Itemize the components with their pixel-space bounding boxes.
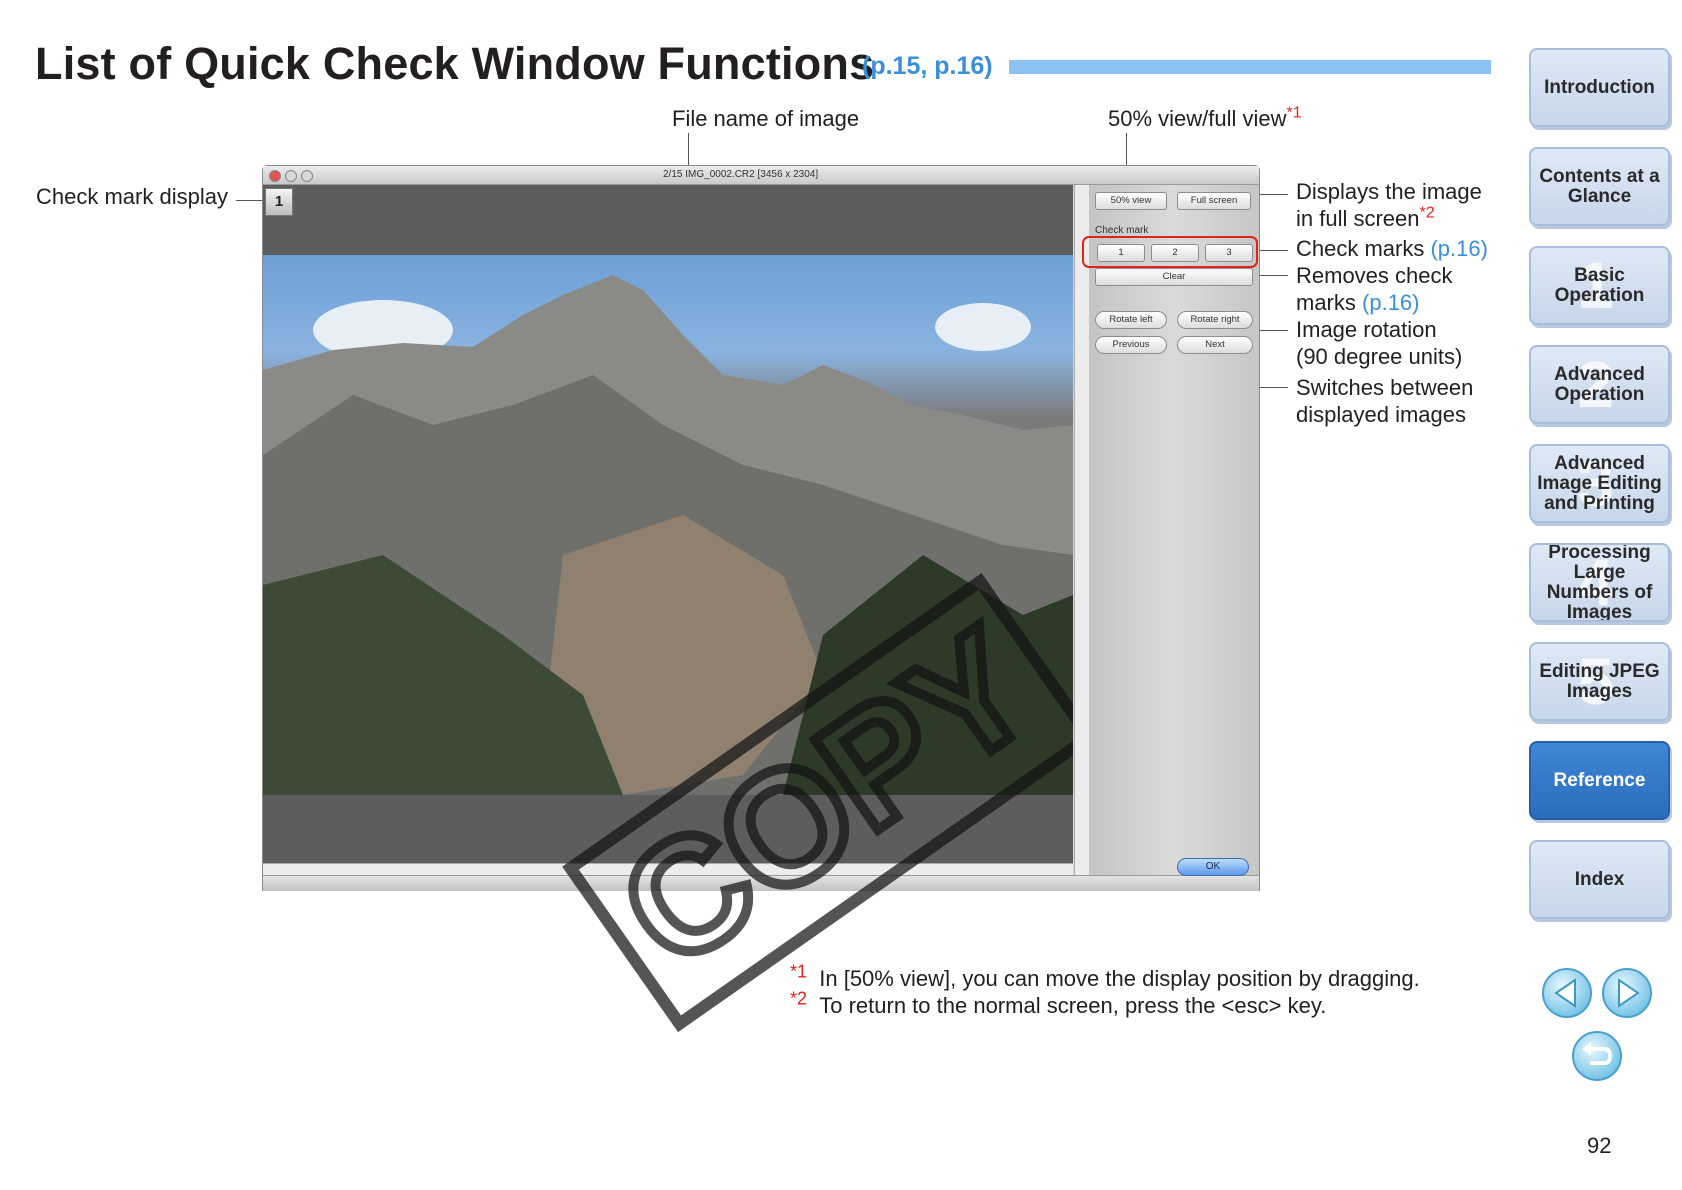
callout-file-name: File name of image — [672, 106, 860, 131]
nav-contents-label: Contents at a Glance — [1539, 165, 1660, 207]
footnote-2-text: To return to the normal screen, press th… — [819, 993, 1327, 1018]
nav-editing-jpeg-label: Editing JPEG Images — [1539, 660, 1660, 702]
clear-button[interactable]: Clear — [1095, 268, 1253, 286]
nav-index-label: Index — [1574, 868, 1625, 890]
next-page-button[interactable] — [1602, 968, 1652, 1018]
footnote-marker-1: *1 — [1286, 104, 1302, 122]
zoom-icon[interactable] — [301, 170, 313, 182]
nav-introduction-label: Introduction — [1544, 76, 1655, 98]
page-number: 92 — [1587, 1133, 1612, 1158]
nav-introduction[interactable]: Introduction — [1529, 48, 1670, 127]
callout-check-marks: Check marks (p.16) — [1296, 235, 1488, 262]
callout-view-toggle: 50% view/full view*1 — [1108, 105, 1302, 132]
callout-full-screen-line1: Displays the image — [1296, 179, 1482, 204]
arrow-right-icon — [1618, 978, 1640, 1008]
callout-switch: Switches between displayed images — [1296, 374, 1473, 428]
arrow-left-icon — [1554, 978, 1576, 1008]
footnote-marker-2: *2 — [1419, 204, 1435, 222]
full-screen-button[interactable]: Full screen — [1177, 192, 1251, 210]
previous-button[interactable]: Previous — [1095, 336, 1167, 354]
quick-check-window: 2/15 IMG_0002.CR2 [3456 x 2304] 1 50% vi… — [262, 165, 1260, 1033]
title-page-refs[interactable]: (p.15, p.16) — [862, 52, 993, 81]
previous-page-button[interactable] — [1542, 968, 1592, 1018]
callout-check-marks-text: Check marks — [1296, 236, 1425, 261]
callout-clear-line2-wrap: marks (p.16) — [1296, 289, 1453, 316]
callout-rotation-line2: (90 degree units) — [1296, 344, 1463, 369]
control-panel: 50% view Full screen Check mark 1 2 3 Cl… — [1089, 185, 1259, 885]
nav-basic-operation[interactable]: 1 Basic Operation — [1529, 246, 1670, 325]
nav-processing-large-numbers[interactable]: 4 Processing Large Numbers of Images — [1529, 543, 1670, 622]
nav-processing-label: Processing Large Numbers of Images — [1546, 543, 1653, 622]
next-button[interactable]: Next — [1177, 336, 1253, 354]
check-mark-badge: 1 — [265, 188, 293, 216]
rotate-right-button[interactable]: Rotate right — [1177, 311, 1253, 329]
view-50-button[interactable]: 50% view — [1095, 192, 1167, 210]
rotate-left-button[interactable]: Rotate left — [1095, 311, 1167, 329]
nav-reference[interactable]: Reference — [1529, 741, 1670, 820]
callout-check-marks-ref[interactable]: (p.16) — [1430, 236, 1487, 261]
nav-editing-jpeg[interactable]: 5 Editing JPEG Images — [1529, 642, 1670, 721]
callout-full-screen-line2-wrap: in full screen*2 — [1296, 205, 1482, 232]
callout-rotation-line1: Image rotation — [1296, 317, 1437, 342]
nav-advanced-operation[interactable]: 2 Advanced Operation — [1529, 345, 1670, 424]
nav-basic-operation-label: Basic Operation — [1554, 264, 1645, 306]
callout-full-screen: Displays the image in full screen*2 — [1296, 178, 1482, 232]
callout-full-screen-line2: in full screen — [1296, 206, 1420, 231]
nav-advanced-image-editing[interactable]: 3 Advanced Image Editing and Printing — [1529, 444, 1670, 523]
window-title: 2/15 IMG_0002.CR2 [3456 x 2304] — [663, 169, 819, 180]
callout-clear-ref[interactable]: (p.16) — [1362, 290, 1419, 315]
title-rule — [1009, 60, 1491, 74]
footnote-1-marker: *1 — [790, 961, 808, 982]
callout-clear-line2: marks — [1296, 290, 1356, 315]
callout-check-mark-display: Check mark display — [36, 184, 228, 209]
check-mark-label: Check mark — [1095, 225, 1149, 236]
check-marks-highlight — [1082, 236, 1258, 268]
footnote-2-marker: *2 — [790, 988, 808, 1009]
callout-clear-line1: Removes check — [1296, 263, 1453, 288]
nav-contents-at-a-glance[interactable]: Contents at a Glance — [1529, 147, 1670, 226]
nav-advanced-image-editing-label: Advanced Image Editing and Printing — [1537, 452, 1662, 514]
nav-advanced-operation-label: Advanced Operation — [1554, 363, 1645, 405]
callout-switch-line2: displayed images — [1296, 402, 1466, 427]
page-title: List of Quick Check Window Functions — [35, 38, 875, 89]
footnote-1-text: In [50% view], you can move the display … — [819, 966, 1420, 991]
cloud-shape — [935, 303, 1031, 351]
footnote-2: *2 To return to the normal screen, press… — [790, 988, 1327, 1019]
callout-view-toggle-text: 50% view/full view — [1108, 106, 1287, 131]
ok-button[interactable]: OK — [1177, 858, 1249, 876]
callout-switch-line1: Switches between — [1296, 375, 1474, 400]
callout-rotation: Image rotation (90 degree units) — [1296, 316, 1462, 370]
vertical-scrollbar[interactable] — [1074, 185, 1089, 875]
return-button[interactable] — [1572, 1031, 1622, 1081]
return-icon — [1582, 1042, 1613, 1065]
minimize-icon[interactable] — [285, 170, 297, 182]
window-titlebar: 2/15 IMG_0002.CR2 [3456 x 2304] — [263, 166, 1259, 185]
footnote-1: *1 In [50% view], you can move the displ… — [790, 961, 1420, 992]
close-icon[interactable] — [269, 170, 281, 182]
nav-index[interactable]: Index — [1529, 840, 1670, 919]
nav-reference-label: Reference — [1553, 769, 1646, 791]
callout-clear: Removes check marks (p.16) — [1296, 262, 1453, 316]
leader-check-marks — [1256, 250, 1288, 251]
